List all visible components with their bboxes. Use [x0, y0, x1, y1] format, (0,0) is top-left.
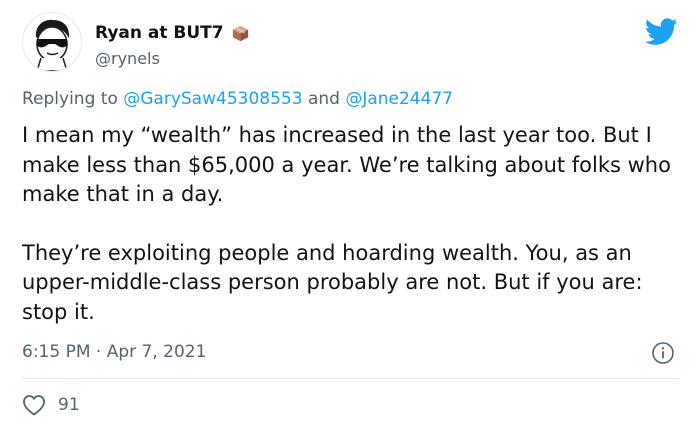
divider — [22, 378, 678, 379]
like-button[interactable]: 91 — [22, 394, 80, 416]
reply-context: Replying to @GarySaw45308553 and @Jane24… — [22, 89, 453, 109]
tweet-time: 6:15 PM — [22, 342, 91, 362]
reply-user-2-link[interactable]: @Jane24477 — [345, 89, 453, 109]
display-name-text: Ryan at BUT7 — [95, 23, 224, 43]
display-name[interactable]: Ryan at BUT7 — [95, 23, 249, 43]
avatar-illustration — [35, 19, 70, 71]
reply-prefix: Replying to — [22, 89, 118, 109]
avatar[interactable] — [22, 12, 82, 72]
tweet-body: I mean my “wealth” has increased in the … — [22, 121, 672, 327]
timestamp-separator: · — [95, 342, 102, 362]
box-emoji-icon — [232, 25, 248, 41]
tweet-paragraph-1: I mean my “wealth” has increased in the … — [22, 123, 671, 206]
reply-and: and — [307, 89, 340, 109]
user-handle[interactable]: @rynels — [95, 49, 160, 68]
reply-user-1-link[interactable]: @GarySaw45308553 — [123, 89, 302, 109]
tweet-paragraph-2: They’re exploiting people and hoarding w… — [22, 240, 643, 324]
tweet-date: Apr 7, 2021 — [106, 342, 207, 362]
heart-icon — [23, 395, 45, 416]
info-icon[interactable] — [651, 341, 675, 365]
twitter-bird-icon[interactable] — [645, 18, 678, 46]
like-count: 91 — [58, 395, 80, 415]
tweet-timestamp[interactable]: 6:15 PM · Apr 7, 2021 — [22, 342, 206, 362]
